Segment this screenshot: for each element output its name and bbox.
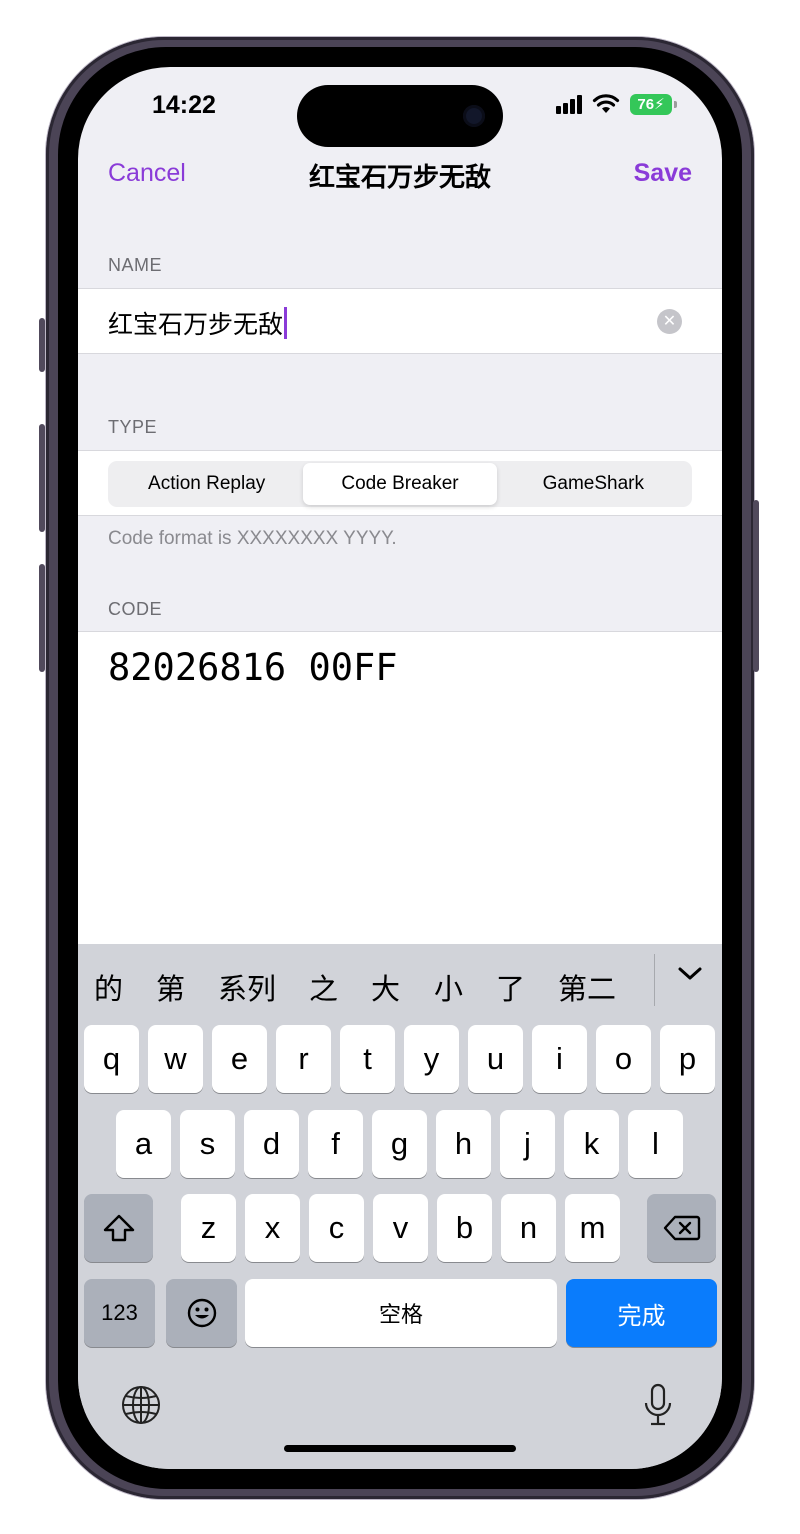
- candidate-item[interactable]: 的: [94, 966, 123, 1008]
- key-b[interactable]: b: [437, 1194, 492, 1262]
- key-g[interactable]: g: [372, 1110, 427, 1178]
- status-time: 14:22: [152, 91, 216, 119]
- key-q[interactable]: q: [84, 1025, 139, 1093]
- name-section-label: NAME: [108, 255, 163, 275]
- segment-code-breaker[interactable]: Code Breaker: [303, 463, 497, 505]
- delete-key[interactable]: [647, 1194, 716, 1262]
- camera-icon: [463, 105, 485, 127]
- name-field-value: 红宝石万步无敌: [108, 311, 284, 339]
- save-button[interactable]: Save: [634, 159, 692, 188]
- key-o[interactable]: o: [596, 1025, 651, 1093]
- clear-text-icon[interactable]: ✕: [657, 309, 682, 334]
- candidate-item[interactable]: 系列: [218, 966, 276, 1008]
- space-key[interactable]: 空格: [245, 1279, 557, 1347]
- candidate-divider: [654, 954, 655, 1006]
- type-cell: Action Replay Code Breaker GameShark: [78, 450, 722, 516]
- key-n[interactable]: n: [501, 1194, 556, 1262]
- code-field-cell: 82026816 00FF: [78, 631, 722, 951]
- numbers-key[interactable]: 123: [84, 1279, 155, 1347]
- code-format-note: Code format is XXXXXXXX YYYY.: [108, 528, 397, 549]
- key-d[interactable]: d: [244, 1110, 299, 1178]
- key-x[interactable]: x: [245, 1194, 300, 1262]
- action-button: [39, 318, 45, 372]
- key-m[interactable]: m: [565, 1194, 620, 1262]
- candidate-item[interactable]: 大: [371, 966, 400, 1008]
- signal-icon: [556, 94, 582, 114]
- code-field[interactable]: 82026816 00FF: [108, 646, 398, 689]
- globe-icon[interactable]: [121, 1385, 161, 1425]
- code-section-label: CODE: [108, 599, 163, 619]
- candidate-item[interactable]: 小: [434, 966, 463, 1008]
- key-t[interactable]: t: [340, 1025, 395, 1093]
- segment-gameshark[interactable]: GameShark: [497, 463, 690, 505]
- home-indicator: [284, 1445, 516, 1452]
- battery-level: 76: [637, 95, 655, 113]
- volume-down-button: [39, 564, 45, 672]
- keyboard: 的 第 系列 之 大 小 了 第二 q w e r t y u i o p a …: [78, 944, 722, 1469]
- microphone-icon[interactable]: [642, 1383, 674, 1427]
- screen: 14:22 76 ⚡ Cancel 红宝石万步无敌 Save NAME 红宝石万步…: [78, 67, 722, 1469]
- text-caret: [284, 307, 288, 339]
- power-button: [753, 500, 759, 672]
- name-field[interactable]: 红宝石万步无敌: [108, 305, 288, 341]
- battery-icon: 76 ⚡: [630, 93, 677, 115]
- wifi-icon: [592, 94, 620, 113]
- done-key[interactable]: 完成: [566, 1279, 717, 1347]
- candidate-bar: 的 第 系列 之 大 小 了 第二: [78, 944, 722, 1020]
- key-w[interactable]: w: [148, 1025, 203, 1093]
- key-e[interactable]: e: [212, 1025, 267, 1093]
- shift-icon: [103, 1214, 134, 1242]
- key-r[interactable]: r: [276, 1025, 331, 1093]
- key-y[interactable]: y: [404, 1025, 459, 1093]
- segment-action-replay[interactable]: Action Replay: [110, 463, 303, 505]
- key-u[interactable]: u: [468, 1025, 523, 1093]
- type-segmented-control: Action Replay Code Breaker GameShark: [108, 461, 692, 507]
- shift-key[interactable]: [84, 1194, 153, 1262]
- key-p[interactable]: p: [660, 1025, 715, 1093]
- candidate-item[interactable]: 了: [496, 966, 525, 1008]
- key-l[interactable]: l: [628, 1110, 683, 1178]
- key-k[interactable]: k: [564, 1110, 619, 1178]
- candidate-item[interactable]: 之: [309, 966, 338, 1008]
- key-f[interactable]: f: [308, 1110, 363, 1178]
- key-z[interactable]: z: [181, 1194, 236, 1262]
- emoji-key[interactable]: [166, 1279, 237, 1347]
- type-section-label: TYPE: [108, 417, 158, 437]
- key-j[interactable]: j: [500, 1110, 555, 1178]
- chevron-down-icon[interactable]: [674, 958, 706, 990]
- candidate-item[interactable]: 第二: [558, 966, 616, 1008]
- key-a[interactable]: a: [116, 1110, 171, 1178]
- key-v[interactable]: v: [373, 1194, 428, 1262]
- volume-up-button: [39, 424, 45, 532]
- name-field-cell: 红宝石万步无敌 ✕: [78, 288, 722, 354]
- delete-icon: [663, 1215, 700, 1241]
- key-h[interactable]: h: [436, 1110, 491, 1178]
- key-c[interactable]: c: [309, 1194, 364, 1262]
- page-title: 红宝石万步无敌: [308, 162, 491, 192]
- dynamic-island: [297, 85, 503, 147]
- key-s[interactable]: s: [180, 1110, 235, 1178]
- emoji-icon: [187, 1298, 216, 1328]
- key-i[interactable]: i: [532, 1025, 587, 1093]
- status-icons: 76 ⚡: [556, 93, 677, 115]
- candidate-item[interactable]: 第: [156, 966, 185, 1008]
